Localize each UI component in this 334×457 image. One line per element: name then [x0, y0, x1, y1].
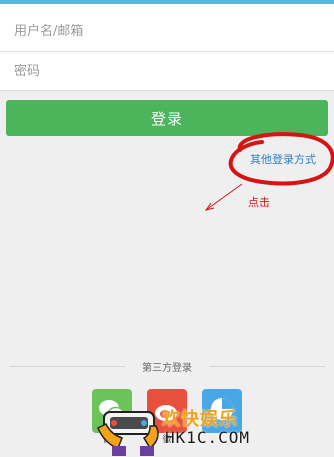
password-field-row	[0, 51, 334, 91]
gamepad-hands-logo	[97, 411, 159, 456]
divider-line-right	[210, 366, 325, 367]
login-button[interactable]: 登录	[6, 100, 328, 136]
login-form	[0, 4, 334, 91]
red-arrow-annotation	[205, 183, 243, 211]
username-field-row	[0, 12, 334, 52]
arrow-head	[204, 202, 215, 211]
click-annotation-label: 点击	[248, 196, 270, 209]
third-party-divider: 第三方登录	[0, 356, 334, 376]
watermark-domain: HK1C.COM	[165, 428, 251, 447]
other-login-methods-link[interactable]: 其他登录方式	[250, 151, 316, 167]
username-input[interactable]	[14, 24, 314, 39]
password-input[interactable]	[14, 63, 314, 79]
login-page: 登录 其他登录方式 点击 第三方登录 微信 微	[0, 0, 334, 457]
